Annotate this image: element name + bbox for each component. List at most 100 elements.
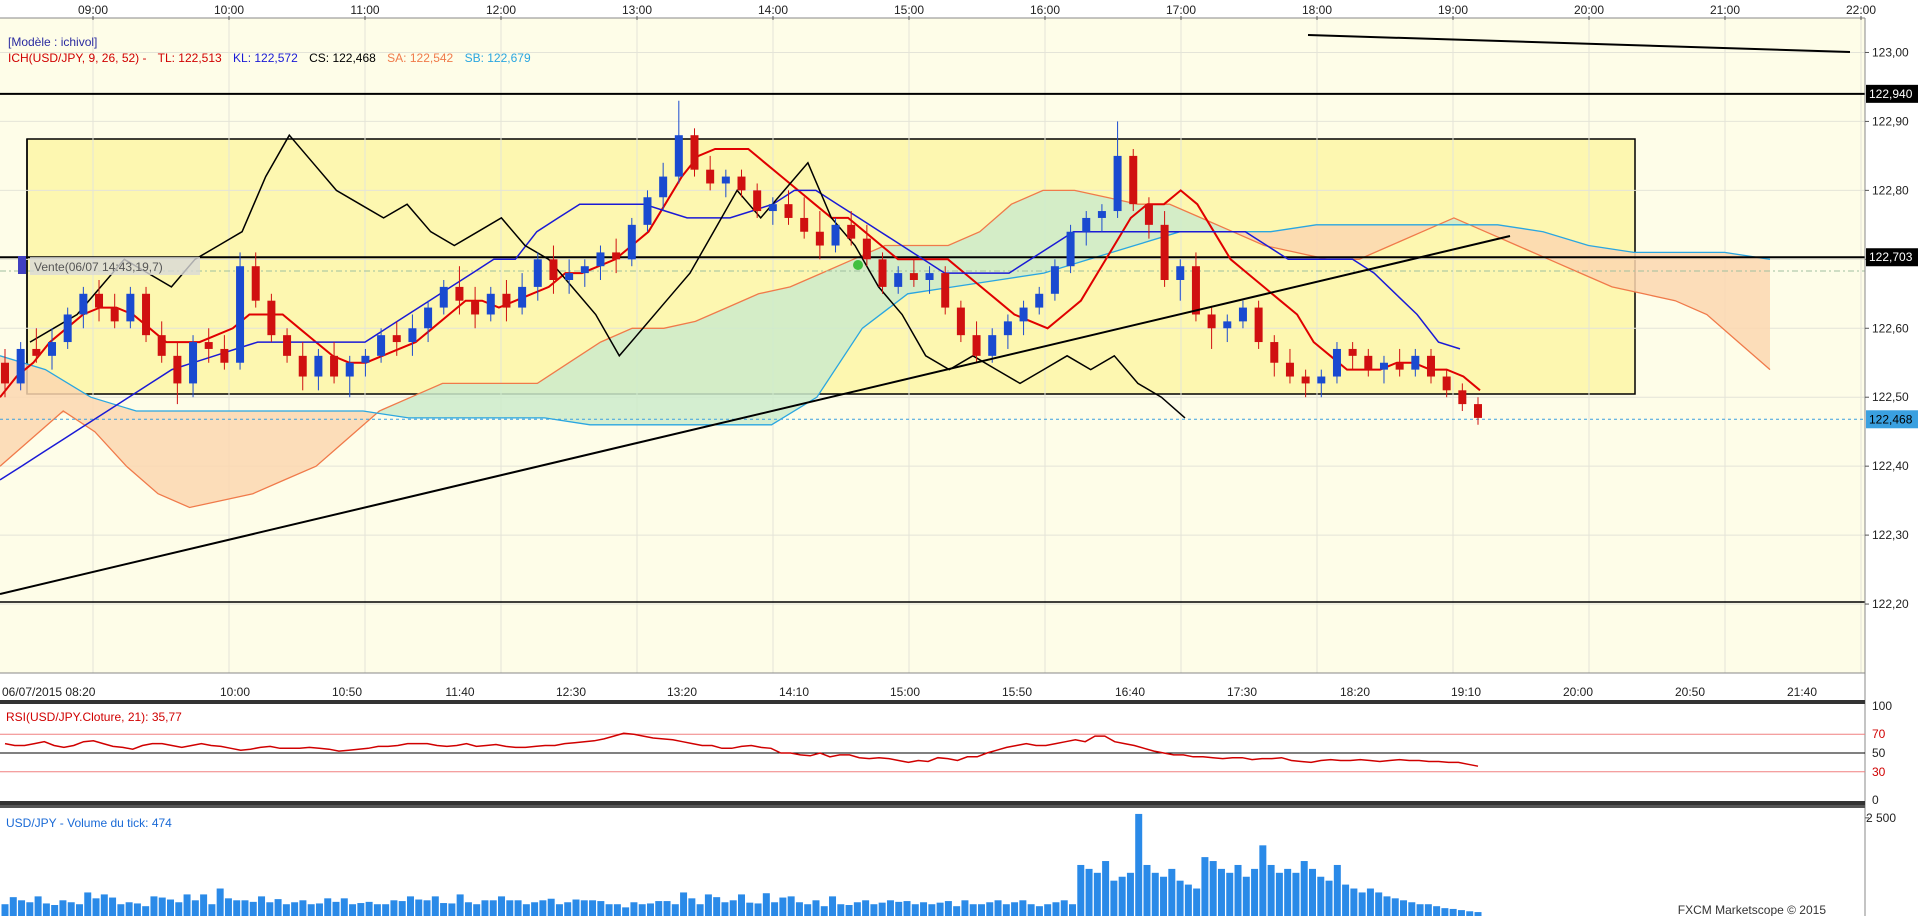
candle-body[interactable] xyxy=(847,224,856,239)
candle-body[interactable] xyxy=(1332,348,1341,377)
candle-body[interactable] xyxy=(831,224,840,246)
candle-body[interactable] xyxy=(110,307,119,322)
cloud-segment xyxy=(186,411,192,508)
candle-body[interactable] xyxy=(972,335,981,356)
candle-body[interactable] xyxy=(502,293,511,308)
candle-body[interactable] xyxy=(48,342,57,356)
candle-body[interactable] xyxy=(1050,266,1059,294)
candle-body[interactable] xyxy=(1113,155,1122,212)
candle-body[interactable] xyxy=(1348,348,1357,356)
candle-body[interactable] xyxy=(1317,376,1326,384)
candle-body[interactable] xyxy=(298,355,307,377)
candle-body[interactable] xyxy=(1066,231,1075,267)
candle-body[interactable] xyxy=(518,286,527,308)
candle-body[interactable] xyxy=(1223,321,1232,329)
candle-body[interactable] xyxy=(1395,362,1404,370)
candle-body[interactable] xyxy=(1191,266,1200,315)
candle-body[interactable] xyxy=(267,300,276,336)
candle-body[interactable] xyxy=(1426,355,1435,377)
candle-body[interactable] xyxy=(612,252,621,260)
candle-body[interactable] xyxy=(455,286,464,301)
candle-body[interactable] xyxy=(236,266,245,363)
candle-body[interactable] xyxy=(204,342,213,349)
candle-body[interactable] xyxy=(1144,204,1153,225)
candle-body[interactable] xyxy=(737,176,746,191)
candle-body[interactable] xyxy=(16,348,25,384)
candle-body[interactable] xyxy=(988,335,997,356)
candle-body[interactable] xyxy=(690,135,699,170)
candle-body[interactable] xyxy=(1003,321,1012,336)
candle-body[interactable] xyxy=(1207,314,1216,329)
candle-body[interactable] xyxy=(361,355,370,363)
candle-body[interactable] xyxy=(1238,307,1247,322)
candle-body[interactable] xyxy=(79,293,88,315)
candle-body[interactable] xyxy=(784,204,793,218)
candle-body[interactable] xyxy=(941,273,950,308)
candle-body[interactable] xyxy=(753,190,762,212)
candle-body[interactable] xyxy=(32,348,41,356)
candle-body[interactable] xyxy=(925,273,934,280)
candle-body[interactable] xyxy=(862,238,871,260)
candle-body[interactable] xyxy=(1301,376,1310,384)
candle-body[interactable] xyxy=(392,335,401,343)
candle-body[interactable] xyxy=(1019,307,1028,322)
candle-body[interactable] xyxy=(1411,355,1420,370)
candle-body[interactable] xyxy=(1285,362,1294,377)
signal-dot[interactable] xyxy=(853,260,863,270)
candle-body[interactable] xyxy=(189,342,198,384)
candle-body[interactable] xyxy=(126,293,135,322)
cloud-segment xyxy=(1698,252,1704,314)
candle-body[interactable] xyxy=(283,335,292,356)
candle-body[interactable] xyxy=(674,135,683,177)
candle-body[interactable] xyxy=(533,259,542,287)
candle-body[interactable] xyxy=(1254,307,1263,343)
candle-body[interactable] xyxy=(894,273,903,287)
candle-body[interactable] xyxy=(1160,224,1169,280)
sell-marker[interactable] xyxy=(18,256,26,274)
candle-body[interactable] xyxy=(596,252,605,267)
candle-body[interactable] xyxy=(142,293,151,336)
candle-body[interactable] xyxy=(768,204,777,212)
candle-body[interactable] xyxy=(565,273,574,280)
candle-body[interactable] xyxy=(815,231,824,246)
candle-body[interactable] xyxy=(1458,390,1467,405)
candle-body[interactable] xyxy=(95,293,104,308)
candle-body[interactable] xyxy=(706,169,715,184)
candle-body[interactable] xyxy=(878,259,887,287)
candle-body[interactable] xyxy=(1176,266,1185,280)
candle-body[interactable] xyxy=(471,300,480,315)
candle-body[interactable] xyxy=(377,335,386,356)
candle-body[interactable] xyxy=(1442,376,1451,391)
candle-body[interactable] xyxy=(1082,217,1091,232)
candle-body[interactable] xyxy=(251,266,260,301)
candle-body[interactable] xyxy=(1,362,9,384)
candle-body[interactable] xyxy=(909,273,918,280)
bottom-time-label: 18:20 xyxy=(1340,685,1370,699)
candle-body[interactable] xyxy=(314,355,323,377)
candle-body[interactable] xyxy=(330,355,339,377)
candle-body[interactable] xyxy=(580,266,589,274)
candle-body[interactable] xyxy=(1129,155,1138,205)
candle-body[interactable] xyxy=(721,176,730,184)
candle-body[interactable] xyxy=(1379,362,1388,370)
candle-body[interactable] xyxy=(659,176,668,198)
candle-body[interactable] xyxy=(643,197,652,225)
candle-body[interactable] xyxy=(549,259,558,280)
candle-body[interactable] xyxy=(173,355,182,384)
candle-body[interactable] xyxy=(345,362,354,377)
candle-body[interactable] xyxy=(439,286,448,308)
candle-body[interactable] xyxy=(63,314,72,343)
candle-body[interactable] xyxy=(1474,404,1482,418)
candle-body[interactable] xyxy=(424,307,433,329)
candle-body[interactable] xyxy=(408,328,417,343)
candle-body[interactable] xyxy=(800,217,809,232)
candle-body[interactable] xyxy=(1035,293,1044,308)
candle-body[interactable] xyxy=(956,307,965,336)
candle-body[interactable] xyxy=(1364,355,1373,370)
candle-body[interactable] xyxy=(1270,342,1279,363)
candle-body[interactable] xyxy=(1097,211,1106,218)
candle-body[interactable] xyxy=(220,348,229,363)
candle-body[interactable] xyxy=(627,224,636,260)
candle-body[interactable] xyxy=(486,293,495,315)
candle-body[interactable] xyxy=(157,335,166,356)
